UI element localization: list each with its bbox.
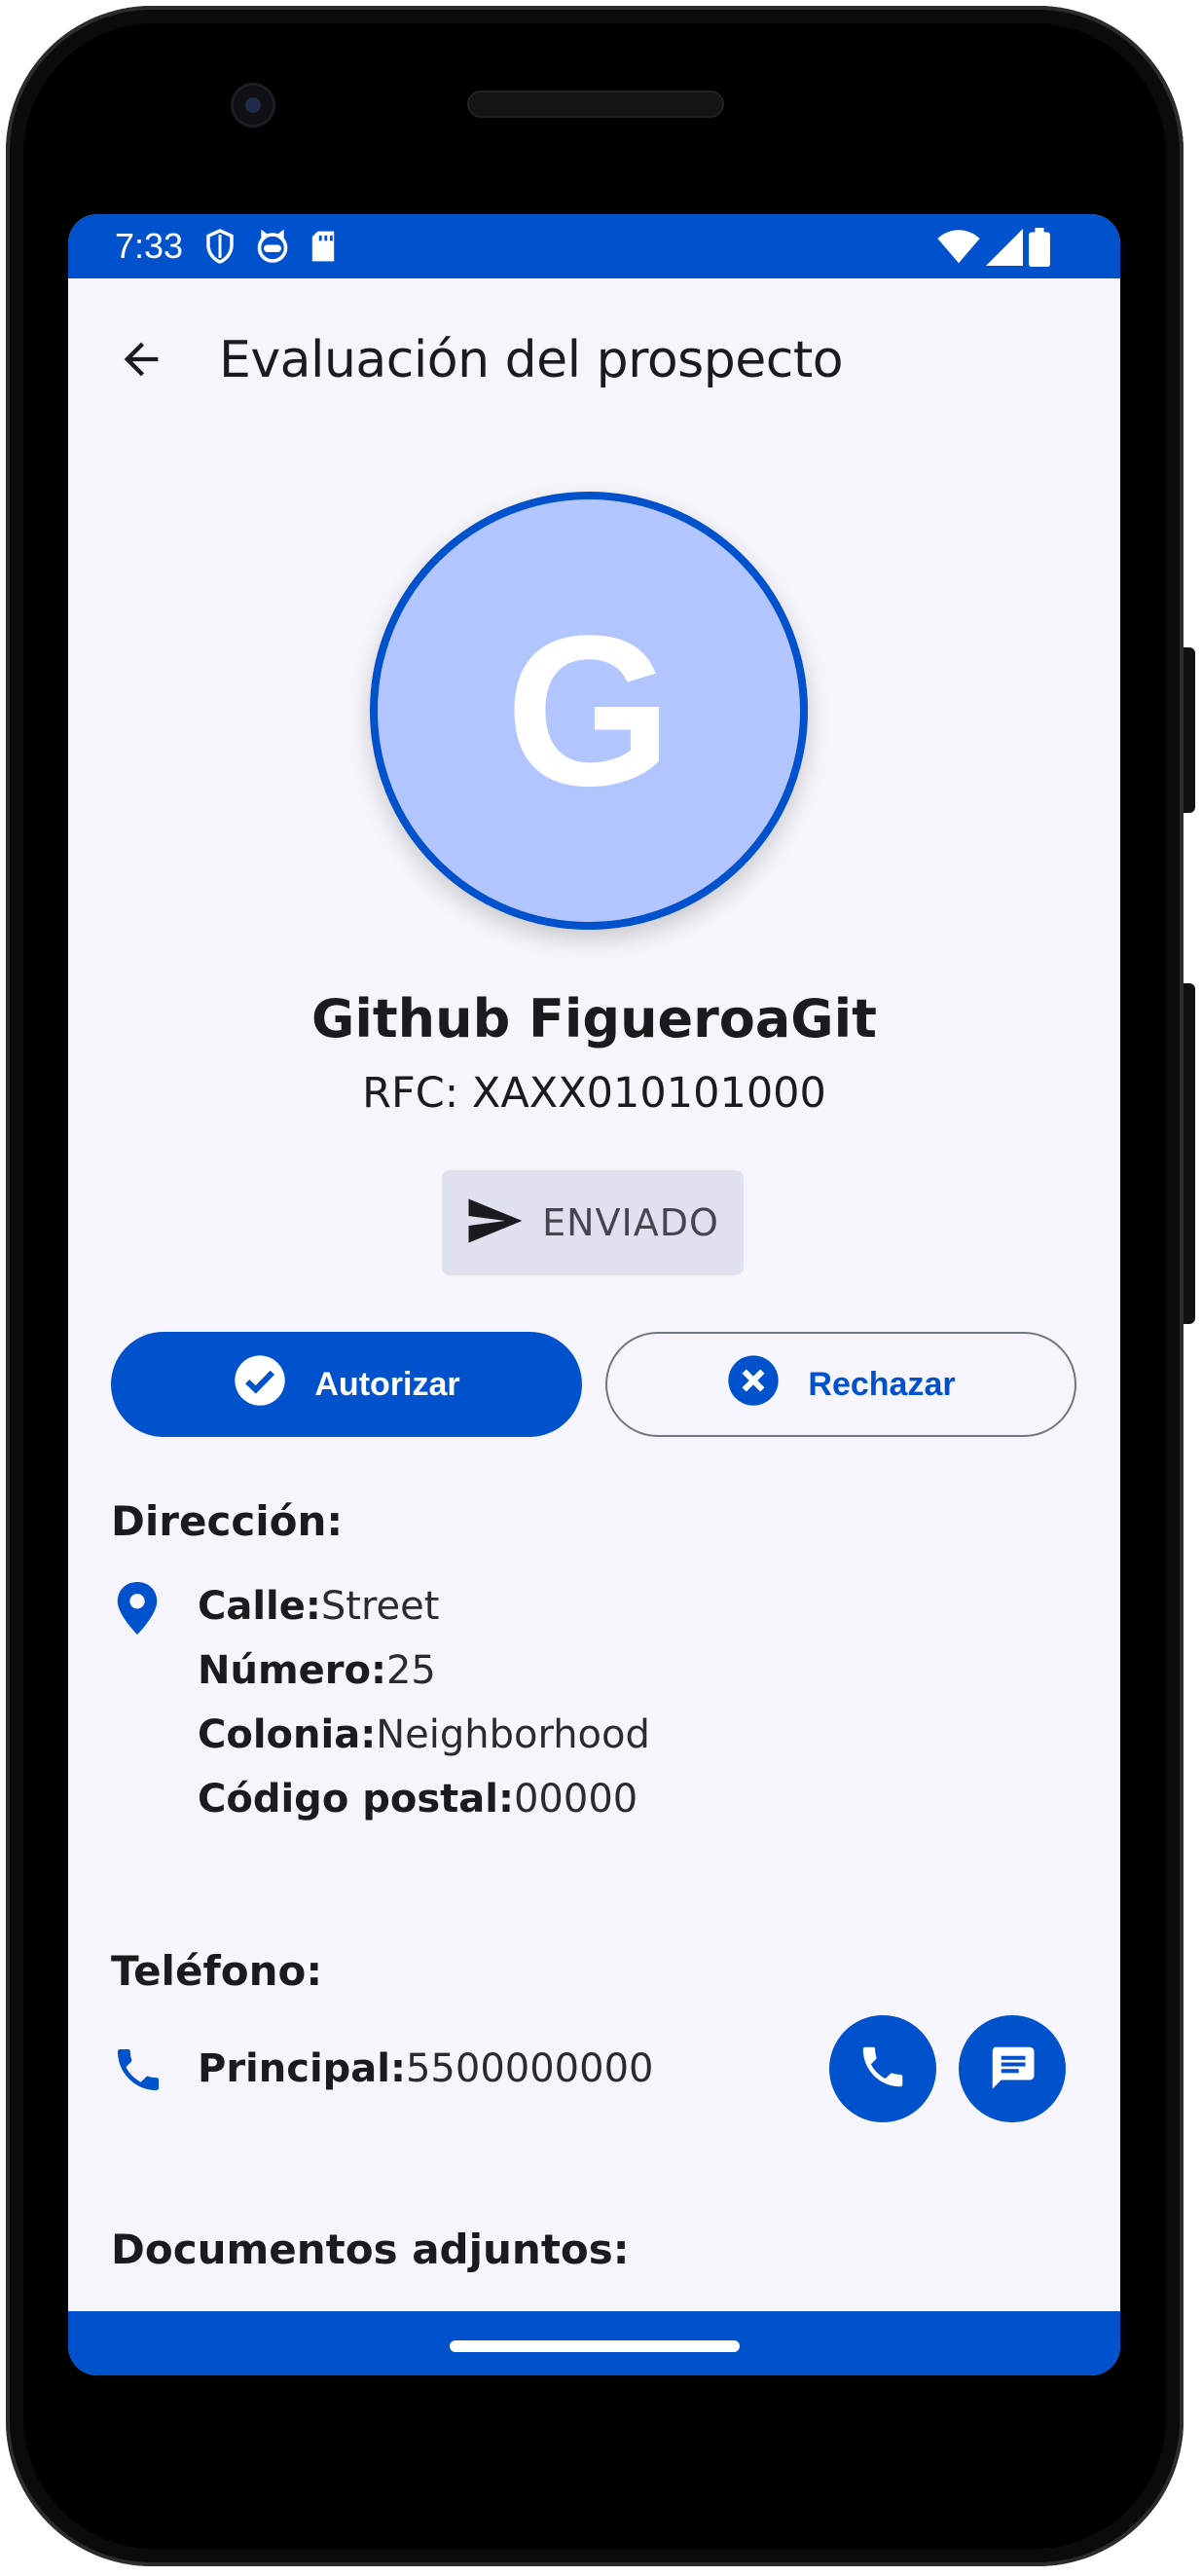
documents-section-title: Documentos adjuntos:: [111, 2226, 630, 2273]
call-icon: [856, 2041, 909, 2097]
neighborhood-label: Colonia:: [198, 1712, 377, 1757]
volume-button: [1184, 983, 1195, 1324]
postal-value: 00000: [513, 1777, 638, 1822]
number-value: 25: [385, 1648, 436, 1693]
app-screen: 7:33 Evaluación del prospecto G Github F…: [68, 214, 1120, 2375]
authorize-label: Autorizar: [314, 1365, 460, 1403]
status-bar: 7:33: [68, 214, 1120, 278]
wifi-icon: [937, 230, 980, 269]
location-pin-icon: [111, 1579, 164, 1641]
front-camera: [231, 83, 275, 128]
neighborhood-value: Neighborhood: [376, 1712, 650, 1757]
street-label: Calle:: [198, 1584, 321, 1629]
prospect-rfc: RFC: XAXX010101000: [362, 1069, 826, 1118]
cancel-circle-icon: [726, 1353, 781, 1417]
signal-icon: [986, 229, 1023, 270]
phone-main-value: 5500000000: [405, 2046, 654, 2091]
phone-main: Principal:5500000000: [198, 2046, 653, 2091]
cat-icon: [255, 229, 290, 264]
send-icon: [466, 1196, 525, 1250]
address-street: Calle:Street: [198, 1584, 439, 1629]
sd-card-icon: [310, 230, 337, 263]
battery-icon: [1029, 228, 1050, 271]
message-button[interactable]: [959, 2015, 1066, 2122]
number-label: Número:: [198, 1648, 386, 1693]
call-button[interactable]: [829, 2015, 936, 2122]
check-circle-icon: [233, 1353, 287, 1417]
postal-label: Código postal:: [198, 1777, 514, 1822]
message-icon: [986, 2041, 1038, 2097]
back-button[interactable]: [107, 327, 175, 395]
phone-main-label: Principal:: [198, 2046, 406, 2091]
status-time: 7:33: [115, 226, 184, 266]
arrow-back-icon: [116, 334, 166, 388]
avatar-initial: G: [505, 591, 673, 830]
status-right-icons: [937, 228, 1050, 271]
phone-icon: [111, 2042, 165, 2101]
home-gesture-handle[interactable]: [450, 2340, 740, 2352]
address-postal-code: Código postal:00000: [198, 1777, 637, 1822]
avatar: G: [370, 492, 808, 930]
address-number: Número:25: [198, 1648, 436, 1693]
street-value: Street: [320, 1584, 440, 1629]
address-section-title: Dirección:: [111, 1497, 344, 1545]
reject-label: Rechazar: [808, 1365, 956, 1403]
reject-button[interactable]: Rechazar: [605, 1332, 1076, 1437]
shield-icon: [204, 228, 236, 265]
address-neighborhood: Colonia:Neighborhood: [198, 1712, 650, 1757]
page-title: Evaluación del prospecto: [219, 331, 844, 389]
status-chip-label: ENVIADO: [542, 1201, 719, 1244]
prospect-name: Github FigueroaGit: [311, 988, 877, 1049]
power-button: [1184, 647, 1195, 813]
phone-section-title: Teléfono:: [111, 1947, 323, 1995]
status-chip: ENVIADO: [442, 1170, 744, 1275]
authorize-button[interactable]: Autorizar: [111, 1332, 582, 1437]
top-app-bar: Evaluación del prospecto: [68, 278, 1120, 444]
navigation-bar: [68, 2311, 1120, 2375]
earpiece-speaker: [467, 91, 724, 118]
